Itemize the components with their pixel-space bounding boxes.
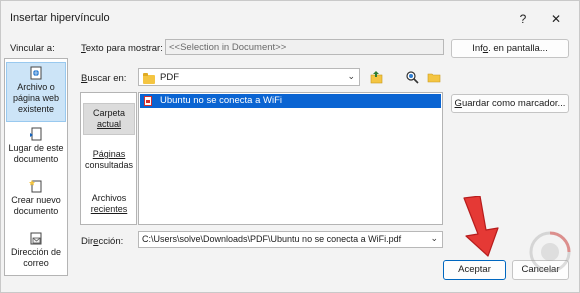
pdf-icon (144, 96, 152, 106)
link-to-place-label1: Lugar de este (8, 143, 64, 153)
link-to-email-label1: Dirección de (10, 247, 62, 257)
title-bar: Insertar hipervínculo ? ✕ (1, 1, 579, 35)
nav-recent-files-line1: Archivos (91, 193, 127, 203)
email-icon (30, 232, 42, 245)
nav-current-folder-line1: Carpeta (92, 108, 126, 118)
text-to-display-value: <<Selection in Document>> (169, 42, 287, 53)
chevron-down-icon: ⌄ (347, 71, 355, 81)
look-in-dropdown[interactable]: PDF ⌄ (138, 68, 360, 86)
nav-browsed-pages-line1: Páginas (92, 149, 126, 159)
link-to-email-address[interactable]: Dirección de correo (6, 229, 66, 275)
link-to-existing-label3: existente (17, 104, 55, 114)
address-input[interactable]: C:\Users\solve\Downloads\PDF\Ubuntu no s… (138, 231, 443, 248)
link-to-existing-label1: Archivo o (17, 82, 55, 92)
bookmark-label: Guardar como marcador... (454, 98, 566, 109)
folder-icon (143, 73, 155, 84)
link-to-existing-label2: página web (12, 93, 60, 103)
browse-nav-panel: Carpeta actual Páginas consultadas Archi… (80, 92, 137, 225)
text-to-display-field[interactable]: <<Selection in Document>> (165, 39, 444, 55)
browse-web-icon (406, 71, 419, 84)
dialog-title: Insertar hipervínculo (10, 12, 110, 24)
globe-page-icon (30, 66, 42, 80)
link-to-panel: Archivo o página web existente Lugar de … (4, 58, 68, 276)
link-to-label: Vincular a: (10, 43, 55, 54)
nav-recent-files[interactable]: Archivos recientes (83, 191, 135, 223)
nav-current-folder[interactable]: Carpeta actual (83, 103, 135, 135)
watermark-logo-icon (529, 231, 571, 273)
up-folder-button[interactable] (367, 68, 387, 86)
link-to-email-label2: correo (23, 258, 49, 268)
address-value: C:\Users\solve\Downloads\PDF\Ubuntu no s… (142, 234, 402, 244)
file-list-item[interactable]: Ubuntu no se conecta a WiFi (140, 94, 441, 108)
link-to-new-document[interactable]: Crear nuevo documento (6, 177, 66, 225)
file-name: Ubuntu no se conecta a WiFi (160, 95, 282, 106)
link-to-existing-file[interactable]: Archivo o página web existente (6, 62, 66, 122)
nav-browsed-pages[interactable]: Páginas consultadas (83, 147, 135, 179)
browse-file-icon (427, 73, 441, 83)
annotation-arrow-icon (463, 196, 499, 257)
screen-tip-button[interactable]: Info. en pantalla... (451, 39, 569, 58)
link-to-place-in-document[interactable]: Lugar de este documento (6, 125, 66, 173)
file-list: Ubuntu no se conecta a WiFi (138, 92, 443, 225)
nav-current-folder-line2: actual (96, 119, 122, 129)
look-in-label: Buscar en: (81, 73, 127, 84)
bookmark-button[interactable]: Guardar como marcador... (451, 94, 569, 113)
screen-tip-label: Info. en pantalla... (472, 43, 548, 54)
insert-hyperlink-dialog: Insertar hipervínculo ? ✕ Vincular a: Te… (0, 0, 580, 293)
close-button[interactable]: ✕ (545, 9, 567, 29)
help-button[interactable]: ? (512, 9, 534, 29)
document-place-icon (30, 127, 42, 141)
link-to-place-label2: documento (13, 154, 59, 164)
address-label: Dirección: (81, 236, 124, 247)
new-document-icon (29, 180, 42, 193)
up-folder-icon (370, 71, 383, 84)
ok-button[interactable]: Aceptar (443, 260, 506, 280)
look-in-value: PDF (160, 72, 179, 83)
link-to-new-label2: documento (13, 206, 59, 216)
text-to-display-label: Texto para mostrar: (81, 43, 163, 54)
nav-recent-files-line2: recientes (90, 204, 128, 214)
browse-file-button[interactable] (424, 68, 444, 86)
nav-browsed-pages-line2: consultadas (84, 160, 134, 170)
chevron-down-icon: ⌄ (430, 233, 438, 243)
link-to-new-label1: Crear nuevo (11, 195, 61, 205)
browse-web-button[interactable] (402, 68, 422, 86)
